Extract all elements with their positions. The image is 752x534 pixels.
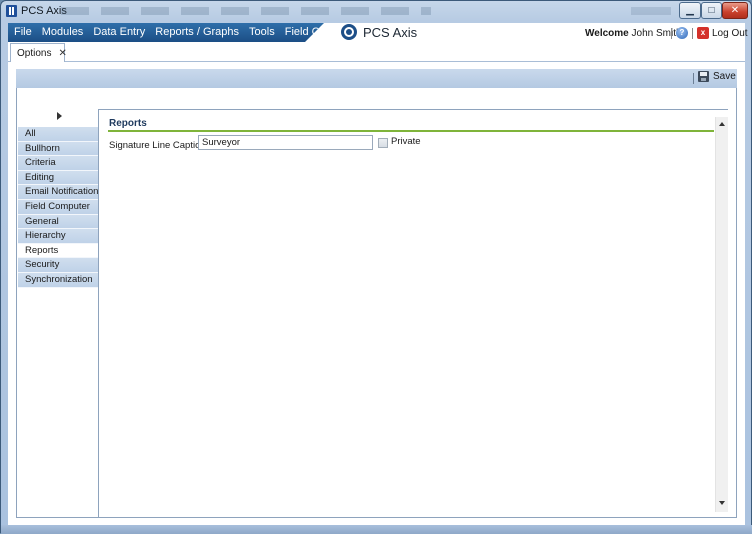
signature-line-caption-label: Signature Line Caption xyxy=(109,140,206,151)
app-window: PCS Axis ▁ □ ✕ File Modules Data Entry R… xyxy=(0,0,752,534)
menu-tools[interactable]: Tools xyxy=(249,26,275,38)
tab-strip xyxy=(8,42,745,62)
welcome-message: Welcome John Smith xyxy=(585,28,682,39)
taskbar-blur xyxy=(61,7,431,15)
sidebar-item-reports[interactable]: Reports xyxy=(18,243,99,259)
save-label: Save xyxy=(713,71,736,82)
vertical-scrollbar[interactable] xyxy=(715,117,728,512)
divider xyxy=(671,28,672,39)
divider xyxy=(692,28,693,39)
content-frame xyxy=(16,88,737,518)
sidebar-item-hierarchy[interactable]: Hierarchy xyxy=(18,229,99,244)
options-category-list: All Bullhorn Criteria Editing Email Noti… xyxy=(18,127,99,288)
window-title: PCS Axis xyxy=(21,5,67,17)
menu-modules[interactable]: Modules xyxy=(42,26,84,38)
save-icon xyxy=(698,71,709,82)
menu-data-entry[interactable]: Data Entry xyxy=(93,26,145,38)
content-top-border xyxy=(98,109,728,110)
section-underline xyxy=(108,130,714,132)
taskbar-blur-right xyxy=(631,7,671,15)
scroll-up-arrow-icon[interactable] xyxy=(719,122,725,126)
app-brand: PCS Axis xyxy=(341,24,417,40)
reports-section-title: Reports xyxy=(109,118,147,129)
maximize-button[interactable]: □ xyxy=(701,2,722,19)
sidebar-item-email-notification[interactable]: Email Notification xyxy=(18,185,99,200)
scroll-down-arrow-icon[interactable] xyxy=(719,501,725,505)
logout-link[interactable]: Log Out xyxy=(712,28,748,39)
minimize-button[interactable]: ▁ xyxy=(679,2,701,19)
sidebar-item-criteria[interactable]: Criteria xyxy=(18,156,99,171)
options-toolbar xyxy=(16,69,737,88)
user-name: John Smith xyxy=(631,28,682,39)
tab-options[interactable]: Options ✕ xyxy=(10,43,67,62)
save-button[interactable]: Save xyxy=(698,71,736,82)
sidebar-item-synchronization[interactable]: Synchronization xyxy=(18,272,99,288)
sidebar-item-editing[interactable]: Editing xyxy=(18,170,99,186)
pcs-axis-logo-icon xyxy=(341,24,357,40)
close-window-button[interactable]: ✕ xyxy=(722,2,748,19)
toolbar-divider xyxy=(693,73,694,84)
logout-icon[interactable]: x xyxy=(697,27,709,39)
tab-label: Options xyxy=(17,47,52,59)
sidebar-item-general[interactable]: General xyxy=(18,214,99,230)
private-checkbox[interactable] xyxy=(378,138,388,148)
help-icon[interactable]: ? xyxy=(676,27,688,39)
sidebar-item-all[interactable]: All xyxy=(18,127,99,142)
signature-line-caption-input[interactable] xyxy=(198,135,373,150)
sidebar-item-bullhorn[interactable]: Bullhorn xyxy=(18,141,99,157)
title-bar: PCS Axis ▁ □ ✕ xyxy=(1,1,751,22)
sidebar-item-field-computer[interactable]: Field Computer xyxy=(18,199,99,215)
app-name: PCS Axis xyxy=(363,24,418,40)
sidebar-item-security[interactable]: Security xyxy=(18,258,99,273)
menu-file[interactable]: File xyxy=(14,26,32,38)
private-label: Private xyxy=(391,136,421,147)
welcome-label: Welcome xyxy=(585,28,629,39)
app-logo-icon xyxy=(6,5,17,17)
close-tab-icon[interactable]: ✕ xyxy=(58,48,66,59)
sidebar-divider xyxy=(98,109,99,517)
menu-reports-graphs[interactable]: Reports / Graphs xyxy=(155,26,239,38)
expand-sidebar-icon[interactable] xyxy=(57,112,62,120)
